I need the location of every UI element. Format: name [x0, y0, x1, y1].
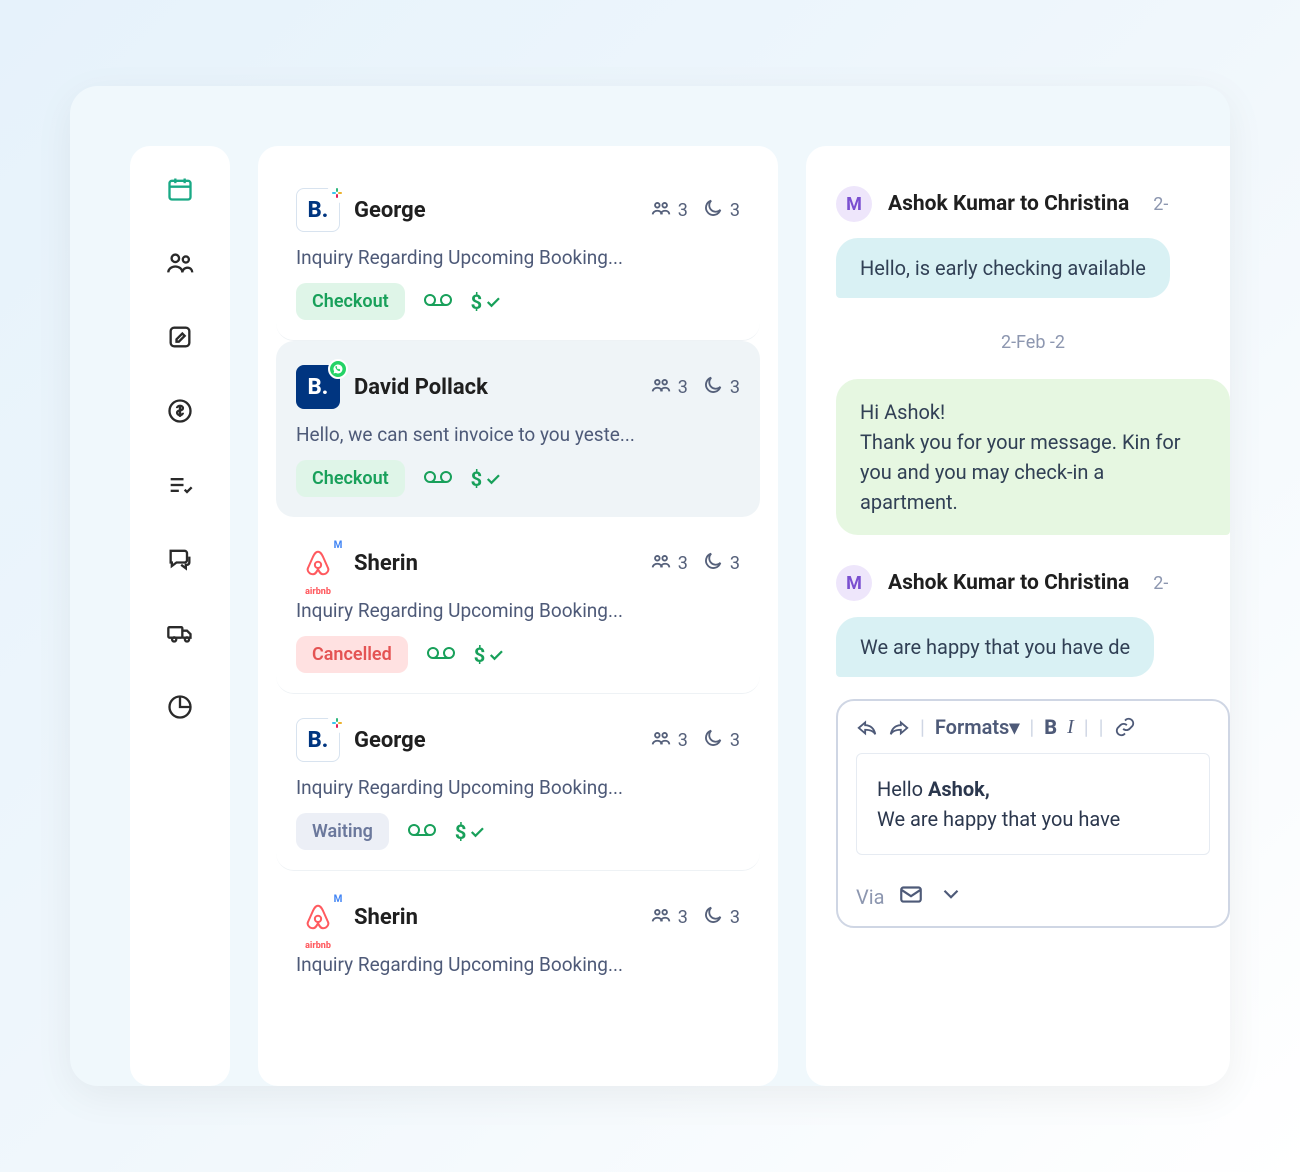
- envelope-icon: [898, 881, 924, 912]
- moon-icon: [702, 197, 724, 224]
- guests-icon: [650, 727, 672, 754]
- overlay-slack-icon: [327, 713, 347, 733]
- avatar: M: [836, 186, 872, 222]
- edit-icon: [166, 323, 194, 355]
- thread-item[interactable]: B. George 3 3 Inquiry Regarding Upcoming…: [276, 164, 760, 341]
- formats-dropdown[interactable]: Formats ▾: [935, 715, 1019, 739]
- italic-button[interactable]: I: [1067, 716, 1074, 739]
- nav-logistics[interactable]: [165, 620, 195, 650]
- thread-item[interactable]: B. George 3 3 Inquiry Regarding Upcoming…: [276, 694, 760, 871]
- thread-preview: Hello, we can sent invoice to you yeste.…: [296, 423, 740, 446]
- nav-tasks[interactable]: [165, 472, 195, 502]
- thread-preview: Inquiry Regarding Upcoming Booking...: [296, 599, 740, 622]
- source-airbnb-icon: airbnb M: [296, 895, 340, 939]
- voicemail-icon: [426, 643, 456, 667]
- message-from: Ashok Kumar to Christina: [888, 571, 1129, 595]
- guests-icon: [650, 550, 672, 577]
- bold-button[interactable]: B: [1044, 715, 1057, 739]
- forward-button[interactable]: [888, 716, 910, 738]
- sidebar: [130, 146, 230, 1086]
- message-header: M Ashok Kumar to Christina 2-: [836, 186, 1230, 222]
- nav-guests[interactable]: [165, 250, 195, 280]
- overlay-whatsapp-icon: [328, 359, 348, 379]
- thread-item[interactable]: airbnb M Sherin 3 3 Inquiry Regarding Up…: [276, 871, 760, 996]
- guests-icon: [650, 197, 672, 224]
- nav-calendar[interactable]: [165, 176, 195, 206]
- status-badge: Checkout: [296, 460, 405, 497]
- thread-name: Sherin: [354, 551, 636, 576]
- moon-icon: [702, 727, 724, 754]
- thread-preview: Inquiry Regarding Upcoming Booking...: [296, 776, 740, 799]
- status-badge: Checkout: [296, 283, 405, 320]
- thread-name: George: [354, 198, 636, 223]
- moon-icon: [702, 374, 724, 401]
- thread-meta: 3 3: [650, 550, 740, 577]
- nav-notes[interactable]: [165, 324, 195, 354]
- date-divider: 2-Feb -2: [836, 332, 1230, 353]
- message-bubble-in: Hello, is early checking available: [836, 238, 1170, 298]
- thread-preview: Inquiry Regarding Upcoming Booking...: [296, 953, 740, 976]
- thread-name: Sherin: [354, 905, 636, 930]
- paid-indicator: $: [471, 467, 502, 491]
- source-booking-icon: B.: [296, 188, 340, 232]
- paid-indicator: $: [474, 643, 505, 667]
- via-label: Via: [856, 885, 884, 909]
- avatar: M: [836, 565, 872, 601]
- paid-indicator: $: [471, 290, 502, 314]
- voicemail-icon: [423, 467, 453, 491]
- guests-icon: [650, 374, 672, 401]
- message-time: 2-: [1153, 573, 1168, 594]
- dollar-circle-icon: [166, 397, 194, 429]
- thread-meta: 3 3: [650, 727, 740, 754]
- inbox-panel: B. George 3 3 Inquiry Regarding Upcoming…: [258, 146, 778, 1086]
- voicemail-icon: [407, 820, 437, 844]
- via-selector[interactable]: Via: [856, 881, 1210, 912]
- chat-panel: M Ashok Kumar to Christina 2- Hello, is …: [806, 146, 1230, 1086]
- source-booking-icon: B.: [296, 365, 340, 409]
- source-airbnb-icon: airbnb M: [296, 541, 340, 585]
- overlay-slack-icon: [327, 183, 347, 203]
- truck-icon: [166, 619, 194, 651]
- thread-meta: 3 3: [650, 197, 740, 224]
- thread-name: David Pollack: [354, 375, 636, 400]
- nav-chat[interactable]: [165, 546, 195, 576]
- message-header: M Ashok Kumar to Christina 2-: [836, 565, 1230, 601]
- guests-icon: [650, 904, 672, 931]
- composer-body[interactable]: Hello Ashok, We are happy that you have: [856, 753, 1210, 855]
- thread-item[interactable]: B. David Pollack 3 3 Hello, we can sent …: [276, 341, 760, 517]
- nav-payments[interactable]: [165, 398, 195, 428]
- nav-reports[interactable]: [165, 694, 195, 724]
- thread-name: George: [354, 728, 636, 753]
- app-stage: B. George 3 3 Inquiry Regarding Upcoming…: [70, 86, 1230, 1086]
- pie-chart-icon: [166, 693, 194, 725]
- overlay-gmail-icon: M: [328, 535, 348, 555]
- message-bubble-in: We are happy that you have de: [836, 617, 1154, 677]
- status-badge: Cancelled: [296, 636, 408, 673]
- message-bubble-out: Hi Ashok! Thank you for your message. Ki…: [836, 379, 1230, 535]
- thread-meta: 3 3: [650, 904, 740, 931]
- chevron-down-icon: [938, 881, 964, 912]
- moon-icon: [702, 550, 724, 577]
- checklist-icon: [166, 471, 194, 503]
- composer-toolbar: | Formats ▾ | B I | |: [856, 715, 1210, 739]
- message-from: Ashok Kumar to Christina: [888, 192, 1129, 216]
- overlay-gmail-icon: M: [328, 889, 348, 909]
- voicemail-icon: [423, 290, 453, 314]
- moon-icon: [702, 904, 724, 931]
- thread-preview: Inquiry Regarding Upcoming Booking...: [296, 246, 740, 269]
- reply-button[interactable]: [856, 716, 878, 738]
- chat-icon: [166, 545, 194, 577]
- source-booking-icon: B.: [296, 718, 340, 762]
- composer: | Formats ▾ | B I | | Hello Ashok, We ar…: [836, 699, 1230, 928]
- thread-item[interactable]: airbnb M Sherin 3 3 Inquiry Regarding Up…: [276, 517, 760, 694]
- thread-meta: 3 3: [650, 374, 740, 401]
- paid-indicator: $: [455, 820, 486, 844]
- calendar-icon: [166, 175, 194, 207]
- message-time: 2-: [1153, 194, 1168, 215]
- people-icon: [166, 249, 194, 281]
- status-badge: Waiting: [296, 813, 389, 850]
- link-button[interactable]: [1114, 716, 1136, 738]
